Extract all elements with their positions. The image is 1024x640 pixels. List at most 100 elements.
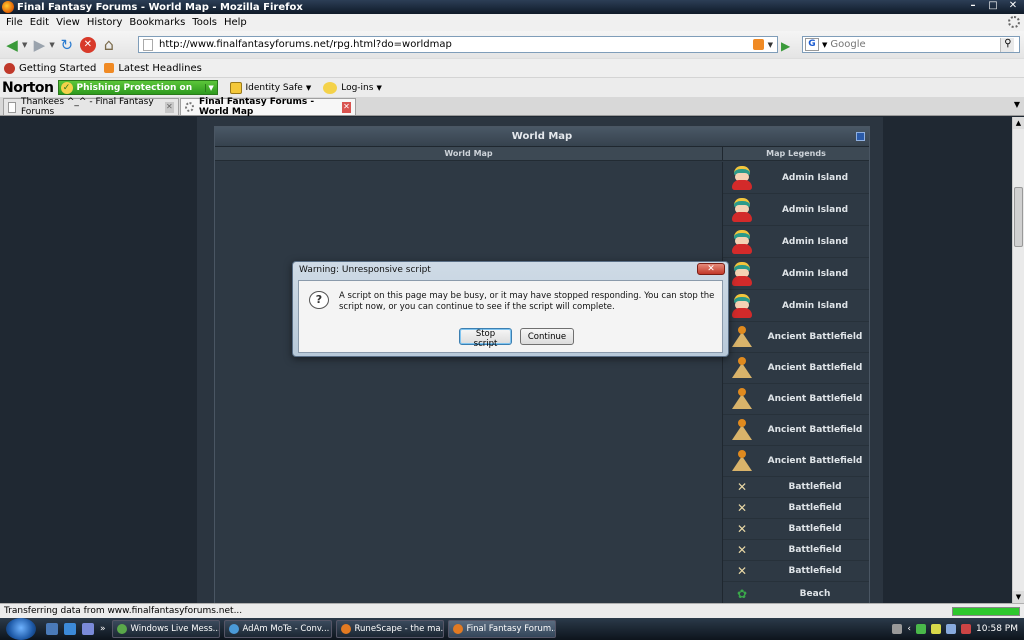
clock[interactable]: 10:58 PM xyxy=(976,624,1018,634)
list-item[interactable]: ✕ Battlefield xyxy=(723,477,869,498)
collapse-icon[interactable] xyxy=(856,132,865,141)
norton-tray-icon[interactable] xyxy=(931,624,941,634)
dialog-body: ? A script on this page may be busy, or … xyxy=(298,280,723,353)
progress-fill xyxy=(953,608,1019,615)
cartman-icon xyxy=(731,165,753,190)
internet-explorer-icon[interactable] xyxy=(64,623,76,635)
search-engine-icon[interactable]: G xyxy=(805,38,819,51)
forward-dropdown-icon[interactable]: ▼ xyxy=(49,41,54,49)
reload-icon[interactable]: ↻ xyxy=(58,36,76,54)
list-item[interactable]: Admin Island xyxy=(723,162,869,194)
column-headers: World Map Map Legends xyxy=(215,147,869,161)
legend-name: Ancient Battlefield xyxy=(767,456,863,466)
tab-close-icon[interactable]: ✕ xyxy=(164,101,174,113)
search-icon[interactable]: ⚲ xyxy=(1000,37,1015,52)
start-button[interactable] xyxy=(6,618,36,640)
taskbar-item-runescape[interactable]: RuneScape - the ma... xyxy=(335,620,444,638)
forum-body: World Map World Map Map Legends Admin Is… xyxy=(197,117,883,603)
stop-script-button[interactable]: Stop script xyxy=(459,328,512,349)
keyboard-icon[interactable] xyxy=(892,624,903,634)
menu-view[interactable]: View xyxy=(53,17,84,28)
bookmarks-toolbar: Getting Started Latest Headlines xyxy=(0,58,1024,77)
menu-file[interactable]: File xyxy=(3,17,27,28)
bookmark-getting-started[interactable]: Getting Started xyxy=(4,62,96,74)
tray-chevron-icon[interactable]: ‹ xyxy=(907,624,911,634)
menu-help[interactable]: Help xyxy=(221,17,251,28)
phishing-protection-button[interactable]: ✓ Phishing Protection on ▼ xyxy=(57,80,218,95)
menu-tools[interactable]: Tools xyxy=(189,17,221,28)
network-icon[interactable] xyxy=(946,624,956,634)
rss-feed-icon[interactable] xyxy=(752,39,764,50)
world-map-canvas[interactable] xyxy=(215,162,723,603)
home-icon[interactable]: ⌂ xyxy=(100,35,118,54)
tab-thankees[interactable]: Thankees ^_^ - Final Fantasy Forums ✕ xyxy=(3,97,179,117)
list-item[interactable]: ✕ Battlefield xyxy=(723,540,869,561)
window-titlebar: Final Fantasy Forums - World Map - Mozil… xyxy=(0,0,1024,14)
url-history-dropdown-icon[interactable]: ▼ xyxy=(768,41,773,49)
quick-launch-chevron-icon[interactable]: » xyxy=(100,624,106,634)
menu-history[interactable]: History xyxy=(84,17,127,28)
logins-button[interactable]: Log-ins ▼ xyxy=(323,81,382,94)
firefox-bookmark-icon xyxy=(4,62,15,74)
page-scrollbar[interactable]: ▲ ▼ xyxy=(1012,117,1024,603)
taskbar-item-conversation[interactable]: AdAm MoTe - Conv... xyxy=(223,620,332,638)
go-arrow-icon[interactable]: ▶ xyxy=(781,39,795,53)
taskbar-item-messenger[interactable]: Windows Live Mess... xyxy=(111,620,220,638)
taskbar-item-final-fantasy[interactable]: Final Fantasy Forum... xyxy=(447,620,556,638)
list-item[interactable]: Admin Island xyxy=(723,290,869,322)
map-legend-list: Admin Island Admin Island Admin Island A… xyxy=(723,162,869,603)
list-item[interactable]: Ancient Battlefield xyxy=(723,322,869,353)
back-dropdown-icon[interactable]: ▼ xyxy=(22,41,27,49)
list-item[interactable]: ✕ Battlefield xyxy=(723,561,869,582)
identity-safe-button[interactable]: Identity Safe ▼ xyxy=(229,81,311,94)
messenger-tray-icon[interactable] xyxy=(916,624,926,634)
scroll-up-icon[interactable]: ▲ xyxy=(1013,117,1024,129)
menu-bar: File Edit View History Bookmarks Tools H… xyxy=(0,14,1024,31)
list-item[interactable]: Admin Island xyxy=(723,258,869,290)
address-bar[interactable]: http://www.finalfantasyforums.net/rpg.ht… xyxy=(138,36,778,53)
continue-button[interactable]: Continue xyxy=(520,328,574,345)
scrollbar-thumb[interactable] xyxy=(1014,187,1023,247)
tab-close-icon[interactable]: ✕ xyxy=(341,101,351,113)
phishing-dropdown-icon[interactable]: ▼ xyxy=(204,83,217,92)
menu-edit[interactable]: Edit xyxy=(27,17,53,28)
dialog-close-button[interactable]: ✕ xyxy=(697,263,725,275)
task-label: RuneScape - the ma... xyxy=(354,624,444,634)
tab-world-map[interactable]: Final Fantasy Forums - World Map ✕ xyxy=(180,97,356,117)
cartman-icon xyxy=(731,261,753,286)
search-bar[interactable]: G ▼ ⚲ xyxy=(802,36,1020,53)
menu-bookmarks[interactable]: Bookmarks xyxy=(126,17,189,28)
navigation-toolbar: ◀ ▼ ▶ ▼ ↻ ✕ ⌂ http://www.finalfantasyfor… xyxy=(0,31,1024,58)
minimize-button[interactable]: – xyxy=(964,0,982,13)
volume-icon[interactable] xyxy=(961,624,971,634)
list-item[interactable]: Ancient Battlefield xyxy=(723,415,869,446)
search-engine-dropdown-icon[interactable]: ▼ xyxy=(822,41,827,49)
page-favicon-icon xyxy=(143,38,153,51)
legend-name: Admin Island xyxy=(781,300,849,311)
status-text: Transferring data from www.finalfantasyf… xyxy=(4,606,243,616)
norton-logo: Norton xyxy=(2,79,54,96)
close-window-button[interactable]: ✕ xyxy=(1004,0,1022,13)
pyramid-icon xyxy=(732,450,752,472)
search-input[interactable] xyxy=(830,39,1001,50)
bookmark-latest-headlines[interactable]: Latest Headlines xyxy=(104,63,202,74)
window-title: Final Fantasy Forums - World Map - Mozil… xyxy=(17,1,303,13)
scroll-down-icon[interactable]: ▼ xyxy=(1013,591,1024,603)
forward-arrow-icon[interactable]: ▶ xyxy=(30,36,48,54)
switch-windows-icon[interactable] xyxy=(82,623,94,635)
show-desktop-icon[interactable] xyxy=(46,623,58,635)
list-item[interactable]: ✿ Beach xyxy=(723,582,869,603)
list-item[interactable]: Admin Island xyxy=(723,226,869,258)
list-item[interactable]: Ancient Battlefield xyxy=(723,446,869,477)
url-text[interactable]: http://www.finalfantasyforums.net/rpg.ht… xyxy=(159,39,753,50)
firefox-icon xyxy=(452,624,463,634)
list-item[interactable]: Ancient Battlefield xyxy=(723,384,869,415)
list-item[interactable]: Admin Island xyxy=(723,194,869,226)
tab-list-dropdown-icon[interactable]: ▼ xyxy=(1014,100,1020,109)
back-arrow-icon[interactable]: ◀ xyxy=(3,36,21,54)
list-item[interactable]: Ancient Battlefield xyxy=(723,353,869,384)
list-item[interactable]: ✕ Battlefield xyxy=(723,519,869,540)
maximize-button[interactable]: □ xyxy=(984,0,1002,13)
stop-button[interactable]: ✕ xyxy=(79,36,97,54)
list-item[interactable]: ✕ Battlefield xyxy=(723,498,869,519)
